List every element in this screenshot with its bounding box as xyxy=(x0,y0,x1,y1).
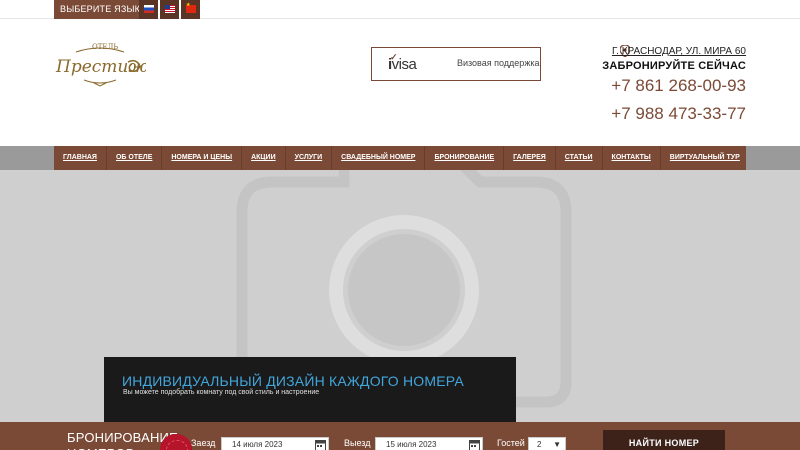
nav-item-services[interactable]: УСЛУГИ xyxy=(286,146,333,170)
hotel-prestige-logo[interactable]: ОТЕЛЬ Престиж xyxy=(54,40,148,88)
hotel-address-link[interactable]: г. Краснодар, ул. Мира 60 xyxy=(612,46,746,57)
nav-item-wedding-room[interactable]: СВАДЕБНЫЙ НОМЕР xyxy=(332,146,426,170)
calendar-icon[interactable] xyxy=(315,439,326,450)
calendar-icon[interactable] xyxy=(469,439,480,450)
checkout-date-input[interactable]: 15 июля 2023 xyxy=(375,437,483,450)
guests-select[interactable]: 2 ▼ xyxy=(528,437,566,450)
nav-item-about[interactable]: ОБ ОТЕЛЕ xyxy=(107,146,163,170)
check-icon: ✓ xyxy=(390,52,398,62)
us-flag-icon[interactable] xyxy=(160,0,179,19)
language-select-label[interactable]: ВЫБЕРИТЕ ЯЗЫК xyxy=(54,0,147,19)
china-flag-icon[interactable] xyxy=(181,0,200,19)
ivisa-logo: ✓ ivisa xyxy=(388,52,417,73)
nav-item-home[interactable]: ГЛАВНАЯ xyxy=(54,146,107,170)
guests-label: Гостей xyxy=(497,438,525,448)
hero-slider[interactable]: ИНДИВИДУАЛЬНЫЙ ДИЗАЙН КАЖДОГО НОМЕРА Вы … xyxy=(0,170,800,422)
checkin-label: Заезд xyxy=(191,438,216,448)
slide-caption: ИНДИВИДУАЛЬНЫЙ ДИЗАЙН КАЖДОГО НОМЕРА Вы … xyxy=(104,357,516,422)
nav-item-virtual-tour[interactable]: ВИРТУАЛЬНЫЙ ТУР xyxy=(661,146,749,170)
nav-item-gallery[interactable]: ГАЛЕРЕЯ xyxy=(504,146,556,170)
booking-bar: БРОНИРОВАНИЕ НОМЕРОВ Заезд 14 июля 2023 … xyxy=(0,422,800,450)
find-room-button[interactable]: НАЙТИ НОМЕР xyxy=(603,430,725,450)
checkin-date-input[interactable]: 14 июля 2023 xyxy=(221,437,329,450)
nav-item-articles[interactable]: СТАТЬИ xyxy=(556,146,603,170)
main-menu: ГЛАВНАЯ ОБ ОТЕЛЕ НОМЕРА И ЦЕНЫ АКЦИИ УСЛ… xyxy=(54,146,746,170)
phone-number-2[interactable]: +7 988 473-33-77 xyxy=(611,104,746,124)
visa-support-text: Визовая поддержка xyxy=(457,58,540,68)
slide-title: ИНДИВИДУАЛЬНЫЙ ДИЗАЙН КАЖДОГО НОМЕРА xyxy=(122,373,464,389)
chevron-down-icon: ▼ xyxy=(553,440,561,449)
navigation-bar: ГЛАВНАЯ ОБ ОТЕЛЕ НОМЕРА И ЦЕНЫ АКЦИИ УСЛ… xyxy=(0,146,800,170)
visa-support-banner[interactable]: ✓ ivisa Визовая поддержка xyxy=(371,47,541,81)
checkout-label: Выезд xyxy=(344,438,371,448)
nav-item-contacts[interactable]: КОНТАКТЫ xyxy=(603,146,661,170)
slide-subtitle: Вы можете подобрать комнату под свой сти… xyxy=(123,389,320,396)
book-now-heading: ЗАБРОНИРУЙТЕ СЕЙЧАС xyxy=(602,60,746,72)
nav-item-promotions[interactable]: АКЦИИ xyxy=(242,146,286,170)
language-bar: ВЫБЕРИТЕ ЯЗЫК xyxy=(0,0,800,19)
nav-item-rooms[interactable]: НОМЕРА И ЦЕНЫ xyxy=(162,146,243,170)
phone-number-1[interactable]: +7 861 268-00-93 xyxy=(611,76,746,96)
nav-item-booking[interactable]: БРОНИРОВАНИЕ xyxy=(425,146,505,170)
russian-flag-icon[interactable] xyxy=(139,0,158,19)
